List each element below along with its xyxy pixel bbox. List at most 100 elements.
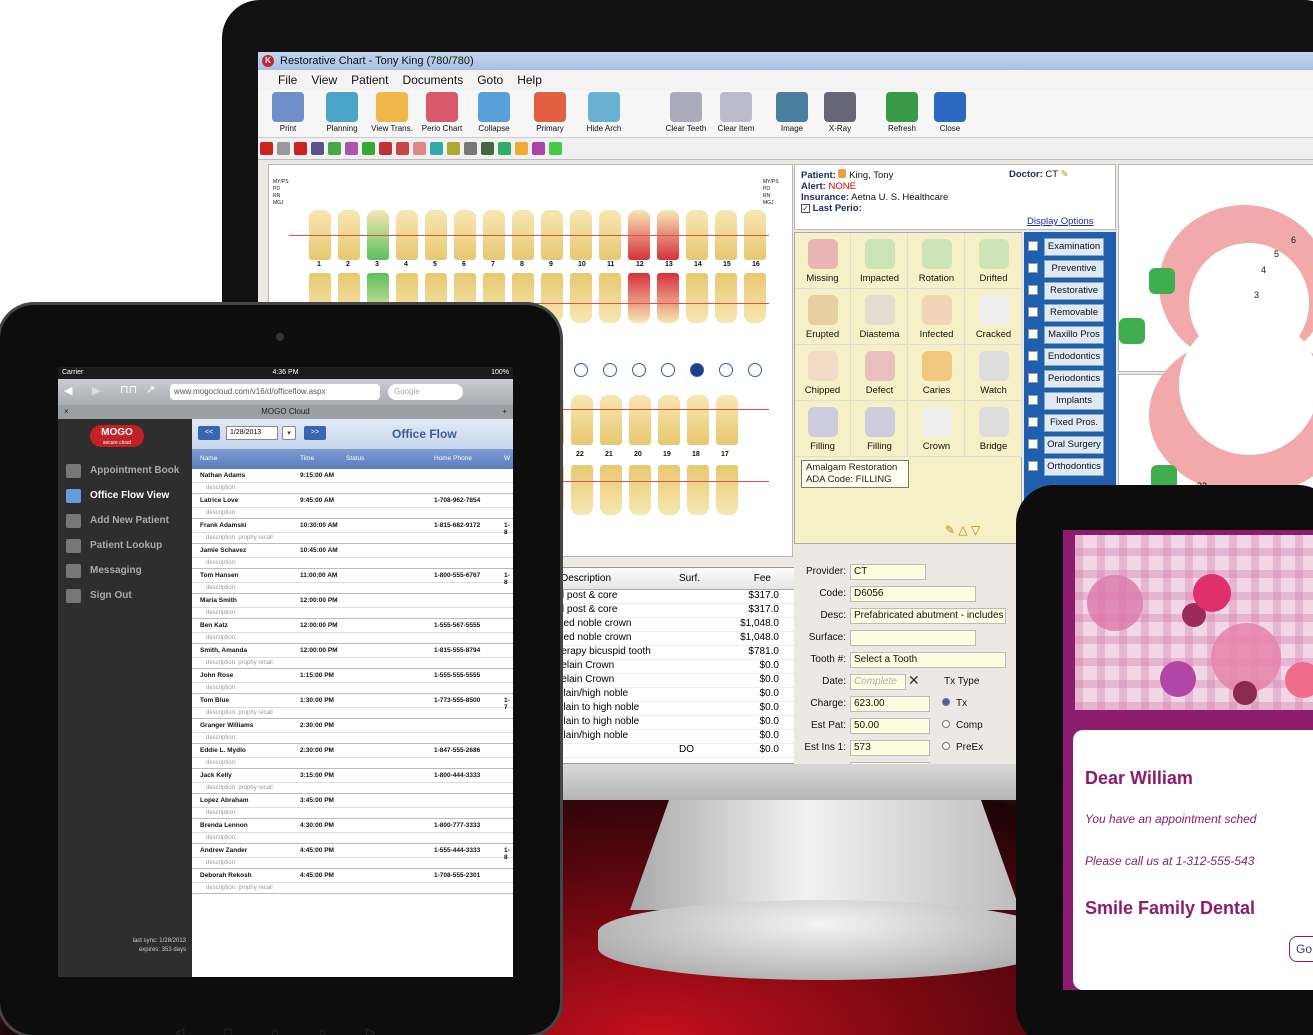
close-tab-icon[interactable]: × (64, 405, 69, 419)
col-status[interactable]: Status (346, 455, 364, 462)
tx-type-radio[interactable]: Tx (942, 698, 967, 709)
category-implants[interactable]: Implants (1028, 392, 1112, 410)
date-picker[interactable]: 1/28/2013 (226, 426, 278, 440)
flow-row[interactable]: Tom Hansen 11:00:00 AM 1-800-555-6767 1-8 (192, 569, 513, 586)
lower-tooth[interactable] (600, 395, 622, 445)
code-field[interactable]: D6056 (850, 586, 976, 602)
condition-cracked[interactable]: Cracked (966, 289, 1022, 345)
flow-row[interactable]: Andrew Zander 4:45:00 PM 1-555-444-3333 1-8 (192, 844, 513, 861)
upper-tooth-lingual[interactable] (715, 273, 737, 323)
sidebar-item-messaging[interactable]: Messaging (58, 559, 192, 583)
arch-tooth-green[interactable] (1119, 318, 1145, 344)
flow-row[interactable]: Eddie L. Mydlo 2:30:00 PM 1-847-555-2686 (192, 744, 513, 758)
tx-type-radio[interactable]: PreEx (942, 742, 983, 753)
flow-row[interactable]: Latrice Love 9:45:00 AM 1-708-962-7854 (192, 494, 513, 508)
category-checkbox[interactable] (1028, 351, 1038, 362)
condition-drifted[interactable]: Drifted (966, 233, 1022, 289)
category-preventive[interactable]: Preventive (1028, 260, 1112, 278)
col-home-phone[interactable]: Home Phone (434, 455, 472, 462)
browser-tab[interactable]: × MOGO Cloud + (58, 405, 513, 419)
condition-infected[interactable]: Infected (909, 289, 965, 345)
toolbar-planning-button[interactable]: Planning (318, 92, 366, 133)
category-restorative[interactable]: Restorative (1028, 282, 1112, 300)
category-examination[interactable]: Examination (1028, 238, 1112, 256)
surface-circle[interactable] (661, 363, 675, 377)
bookmarks-icon[interactable]: ⊓⊓ (120, 383, 137, 396)
flow-row[interactable]: Jamie Schavez 10:45:00 AM (192, 544, 513, 558)
last-perio-checkbox[interactable]: ✓ (801, 204, 810, 213)
quick-tool-icon[interactable] (515, 142, 528, 155)
upper-tooth-lingual[interactable] (744, 273, 766, 323)
procedure-row[interactable]: celain/high noble $0.0 (551, 730, 797, 744)
category-endodontics[interactable]: Endodontics (1028, 348, 1112, 366)
condition-erupted[interactable]: Erupted (795, 289, 851, 345)
toolbar-perio-chart-button[interactable]: Perio Chart (418, 92, 466, 133)
lower-tooth-lingual[interactable] (629, 465, 651, 515)
sidebar-item-office-flow-view[interactable]: Office Flow View (58, 484, 192, 508)
menu-help[interactable]: Help (517, 73, 542, 87)
procedure-row[interactable]: celain to high noble $0.0 (551, 702, 797, 716)
lower-tooth[interactable] (716, 395, 738, 445)
url-field[interactable]: www.mogocloud.com/v16/d/officeflow.aspx (170, 384, 380, 400)
lower-tooth[interactable] (687, 395, 709, 445)
category-checkbox[interactable] (1028, 395, 1038, 406)
tx-type-radio[interactable]: Comp (942, 720, 983, 731)
flow-row[interactable]: Brenda Lennon 4:30:00 PM 1-800-777-3333 (192, 819, 513, 833)
col-time[interactable]: Time (300, 455, 314, 462)
back-icon[interactable]: ◀ (64, 384, 72, 397)
procedure-row[interactable]: ed post & core $317.0 (551, 590, 797, 604)
lower-tooth[interactable] (571, 395, 593, 445)
provider-field[interactable]: CT (850, 564, 926, 580)
upper-tooth-lingual[interactable] (686, 273, 708, 323)
category-fixed-pros[interactable]: Fixed Pros. (1028, 414, 1112, 432)
col-name[interactable]: Name (200, 455, 217, 462)
clear-date-icon[interactable]: ✕ (908, 672, 920, 689)
category-orthodontics[interactable]: Orthodontics (1028, 458, 1112, 476)
condition-bridge[interactable]: Bridge (966, 401, 1022, 457)
description-field[interactable]: Prefabricated abutment - includes p (850, 608, 1006, 624)
edit-doctor-icon[interactable]: ✎ (1061, 169, 1069, 180)
menu-documents[interactable]: Documents (403, 73, 464, 87)
quick-tool-icon[interactable] (549, 142, 562, 155)
menu-patient[interactable]: Patient (351, 73, 388, 87)
quick-tool-icon[interactable] (447, 142, 460, 155)
category-periodontics[interactable]: Periodontics (1028, 370, 1112, 388)
surface-circle[interactable] (603, 363, 617, 377)
quick-tool-icon[interactable] (379, 142, 392, 155)
sidebar-item-add-new-patient[interactable]: Add New Patient (58, 509, 192, 533)
procedure-row[interactable]: DO $0.0 (551, 744, 797, 758)
surface-circle[interactable] (719, 363, 733, 377)
quick-tool-icon[interactable] (498, 142, 511, 155)
condition-caries[interactable]: Caries (909, 345, 965, 401)
flow-row[interactable]: Frank Adamski 10:30:00 AM 1-815-682-9172 1-… (192, 519, 513, 536)
procedure-row[interactable]: celain/high noble $0.0 (551, 688, 797, 702)
procedure-row[interactable]: ed post & core $317.0 (551, 604, 797, 618)
condition-defect[interactable]: Defect (852, 345, 908, 401)
col-description[interactable]: Description (561, 573, 611, 584)
menu-goto[interactable]: Goto (477, 73, 503, 87)
quick-tool-icon[interactable] (260, 142, 273, 155)
lower-tooth-lingual[interactable] (600, 465, 622, 515)
date-dropdown-icon[interactable]: ▾ (282, 426, 296, 440)
flow-row[interactable]: Jack Kelly 3:15:00 PM 1-800-444-3333 (192, 769, 513, 783)
upper-tooth-lingual[interactable] (570, 273, 592, 323)
lower-tooth-lingual[interactable] (571, 465, 593, 515)
date-field[interactable]: Complete (850, 674, 906, 690)
quick-tool-icon[interactable] (345, 142, 358, 155)
next-day-button[interactable]: >> (304, 426, 326, 440)
sidebar-item-sign-out[interactable]: Sign Out (58, 584, 192, 608)
category-checkbox[interactable] (1028, 439, 1038, 450)
new-tab-icon[interactable]: + (502, 405, 507, 419)
toolbar-print-button[interactable]: Print (264, 92, 312, 133)
condition-diastema[interactable]: Diastema (852, 289, 908, 345)
toolbar-x-ray-button[interactable]: X-Ray (816, 92, 864, 133)
procedure-row[interactable]: used noble crown $1,048.0 (551, 632, 797, 646)
condition-filling[interactable]: Filling (795, 401, 851, 457)
upper-tooth-lingual[interactable] (657, 273, 679, 323)
flow-row[interactable]: Deborah Rekosh 4:45:00 PM 1-708-555-2301 (192, 869, 513, 883)
quick-tool-icon[interactable] (413, 142, 426, 155)
quick-tool-icon[interactable] (311, 142, 324, 155)
procedure-row[interactable]: used noble crown $1,048.0 (551, 618, 797, 632)
category-checkbox[interactable] (1028, 373, 1038, 384)
procedure-row[interactable]: rcelain Crown $0.0 (551, 674, 797, 688)
